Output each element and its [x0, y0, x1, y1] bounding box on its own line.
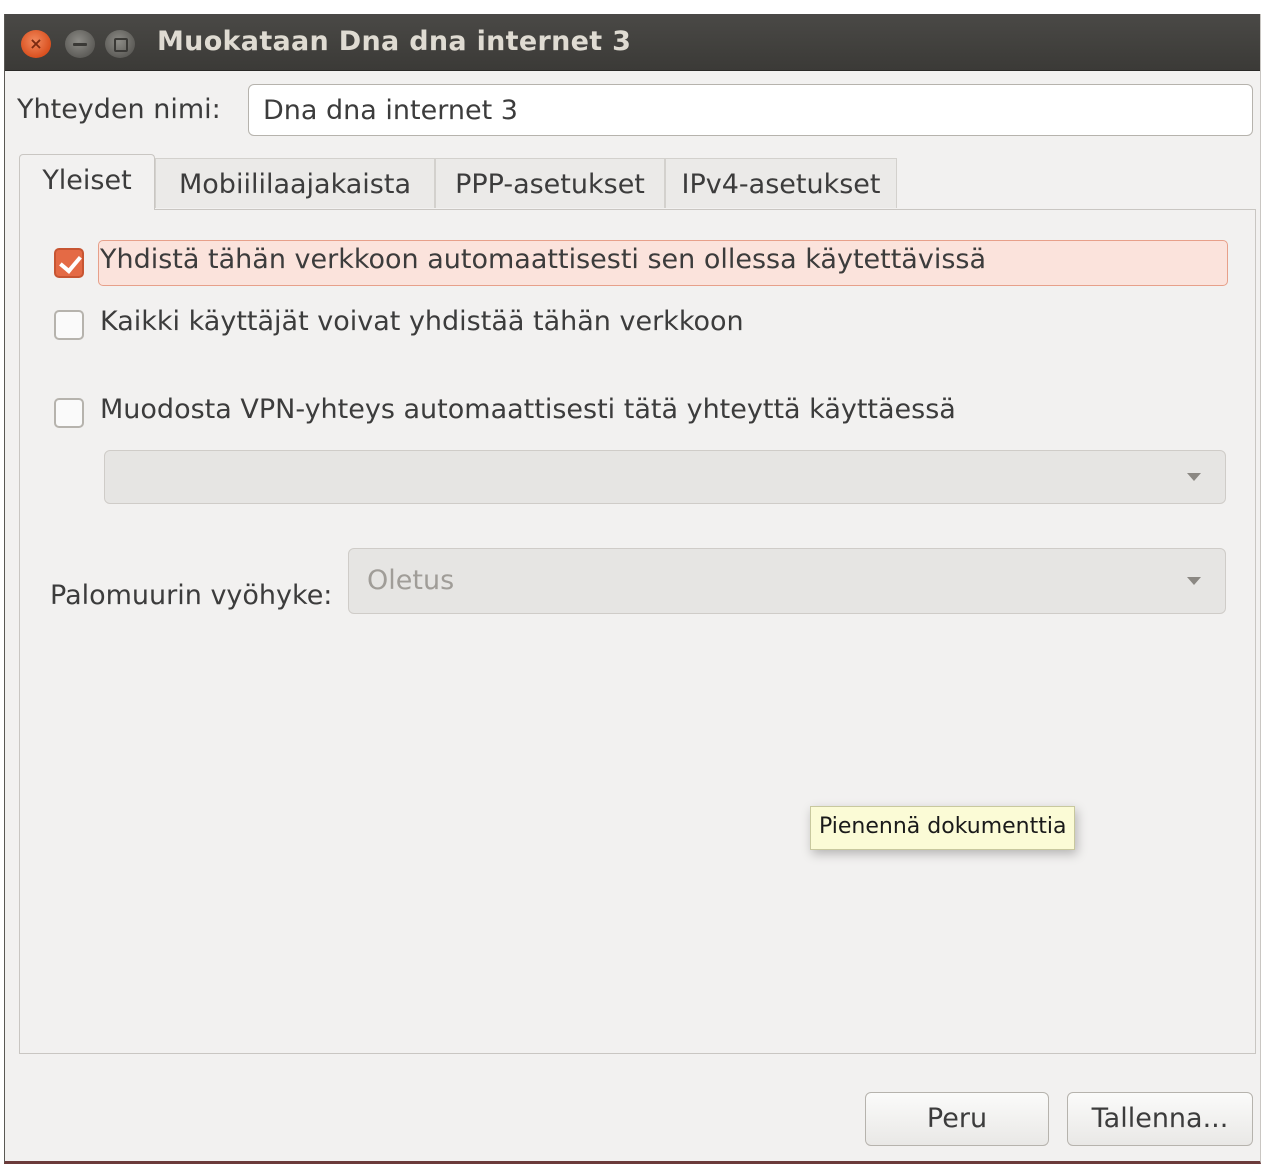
auto-connect-row[interactable]: Yhdistä tähän verkkoon automaattisesti s… [20, 240, 1250, 286]
close-icon: × [29, 34, 43, 53]
tooltip: Pienennä dokumenttia [810, 806, 1076, 850]
firewall-zone-select[interactable]: Oletus [348, 548, 1226, 614]
dropdown-arrow-icon [1187, 473, 1201, 481]
vpn-select[interactable] [104, 450, 1226, 504]
tab-general[interactable]: Yleiset [19, 154, 155, 210]
window-title: Muokataan Dna dna internet 3 [157, 26, 632, 57]
maximize-icon [114, 38, 128, 52]
tab-ppp-settings[interactable]: PPP-asetukset [435, 158, 665, 208]
general-tab-panel: Yhdistä tähän verkkoon automaattisesti s… [19, 209, 1256, 1054]
close-window-button[interactable]: × [21, 30, 51, 58]
auto-connect-checkbox[interactable] [54, 248, 84, 278]
checkmark-icon [59, 250, 82, 274]
edit-connection-window: × Muokataan Dna dna internet 3 Yhteyden … [4, 14, 1261, 1164]
all-users-row[interactable]: Kaikki käyttäjät voivat yhdistää tähän v… [20, 302, 1250, 348]
connection-name-input[interactable] [248, 84, 1253, 136]
firewall-zone-label: Palomuurin vyöhyke: [50, 580, 333, 611]
auto-connect-label[interactable]: Yhdistä tähän verkkoon automaattisesti s… [100, 244, 986, 275]
tab-ipv4-settings[interactable]: IPv4-asetukset [665, 158, 897, 208]
minimize-icon [73, 43, 87, 46]
maximize-window-button[interactable] [105, 30, 135, 58]
connection-name-label: Yhteyden nimi: [17, 94, 221, 125]
all-users-checkbox[interactable] [54, 310, 84, 340]
title-bar[interactable]: × Muokataan Dna dna internet 3 [5, 14, 1260, 71]
auto-vpn-row[interactable]: Muodosta VPN-yhteys automaattisesti tätä… [20, 390, 1250, 436]
save-button[interactable]: Tallenna... [1067, 1092, 1253, 1146]
auto-vpn-checkbox[interactable] [54, 398, 84, 428]
dropdown-arrow-icon [1187, 577, 1201, 585]
cancel-button[interactable]: Peru [865, 1092, 1049, 1146]
minimize-window-button[interactable] [65, 30, 95, 58]
auto-vpn-label[interactable]: Muodosta VPN-yhteys automaattisesti tätä… [100, 394, 956, 425]
all-users-label[interactable]: Kaikki käyttäjät voivat yhdistää tähän v… [100, 306, 744, 337]
firewall-zone-value: Oletus [367, 565, 455, 596]
tab-mobile-broadband[interactable]: Mobiililaajakaista [155, 158, 435, 208]
